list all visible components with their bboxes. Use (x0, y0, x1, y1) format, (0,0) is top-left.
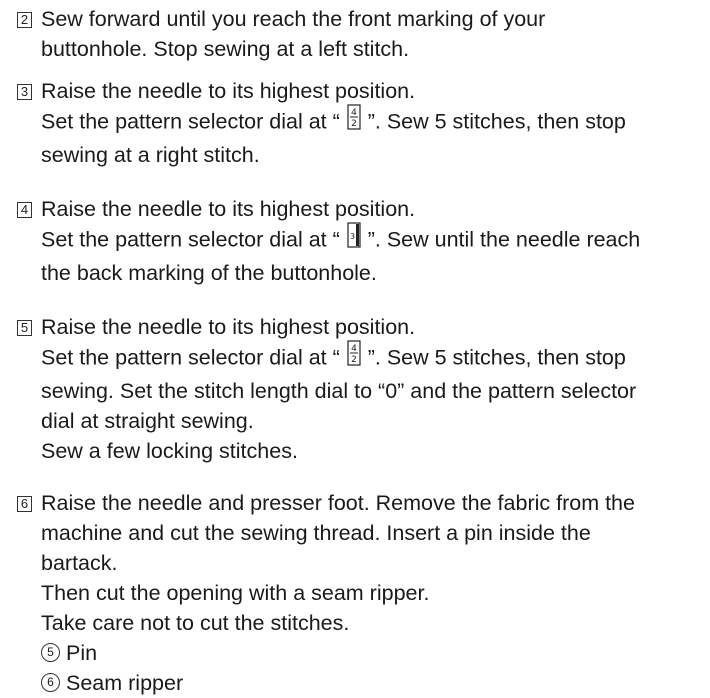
svg-text:2: 2 (351, 355, 357, 365)
step-3: 3 Raise the needle to its highest positi… (17, 76, 626, 170)
step-text-fragment: Set the pattern selector dial at “ (41, 227, 346, 252)
step-text-line: machine and cut the sewing thread. Inser… (41, 521, 591, 545)
step-text-line: Sew forward until you reach the front ma… (41, 7, 546, 31)
legend-label: Pin (66, 641, 98, 665)
step-text-line: bartack. (41, 551, 118, 575)
buttonhole-side-pattern-icon: 3 (347, 222, 361, 256)
step-text-line: Raise the needle to its highest position… (41, 315, 416, 339)
step-text-line: Take care not to cut the stitches. (41, 611, 350, 635)
step-text-fragment: ”. Sew 5 stitches, then stop (361, 109, 626, 134)
step-6: 6 Raise the needle and presser foot. Rem… (17, 488, 635, 698)
step-text-line: Sew a few locking stitches. (41, 439, 298, 463)
step-text-line: Raise the needle to its highest position… (41, 79, 416, 103)
step-text-line: Set the pattern selector dial at “ 3 ”. … (41, 222, 641, 258)
step-number-box: 4 (17, 202, 32, 218)
step-2: 2 Sew forward until you reach the front … (17, 4, 545, 64)
step-4: 4 Raise the needle to its highest positi… (17, 194, 640, 288)
step-text-line: the back marking of the buttonhole. (41, 261, 377, 285)
step-text-fragment: ”. Sew 5 stitches, then stop (361, 345, 626, 370)
step-text-fragment: ”. Sew until the needle reach (361, 227, 641, 252)
svg-text:2: 2 (351, 119, 357, 129)
step-text-line: sewing. Set the stitch length dial to “0… (41, 379, 637, 403)
step-number-box: 5 (17, 320, 32, 336)
step-number-box: 3 (17, 84, 32, 100)
step-number-box: 2 (17, 12, 32, 28)
step-text-line: Set the pattern selector dial at “ 42 ”.… (41, 104, 626, 140)
bartack-pattern-icon: 42 (347, 340, 361, 374)
legend-item-seam-ripper: 6 Seam ripper (41, 668, 635, 698)
legend-item-pin: 5 Pin (41, 638, 635, 668)
step-text-fragment: Set the pattern selector dial at “ (41, 345, 346, 370)
step-text-line: Then cut the opening with a seam ripper. (41, 581, 430, 605)
step-text-line: Raise the needle and presser foot. Remov… (41, 491, 635, 515)
circled-number-marker: 6 (41, 672, 60, 692)
step-text-fragment: Set the pattern selector dial at “ (41, 109, 346, 134)
step-text-line: dial at straight sewing. (41, 409, 254, 433)
step-text-line: Set the pattern selector dial at “ 42 ”.… (41, 340, 636, 376)
step-5: 5 Raise the needle to its highest positi… (17, 312, 636, 466)
svg-text:3: 3 (350, 232, 355, 241)
bartack-pattern-icon: 42 (347, 104, 361, 138)
circled-number-marker: 5 (41, 642, 60, 662)
step-text-line: Raise the needle to its highest position… (41, 197, 416, 221)
step-text-line: sewing at a right stitch. (41, 143, 260, 167)
step-text-line: buttonhole. Stop sewing at a left stitch… (41, 37, 410, 61)
step-number-box: 6 (17, 496, 32, 512)
legend-label: Seam ripper (66, 671, 184, 695)
